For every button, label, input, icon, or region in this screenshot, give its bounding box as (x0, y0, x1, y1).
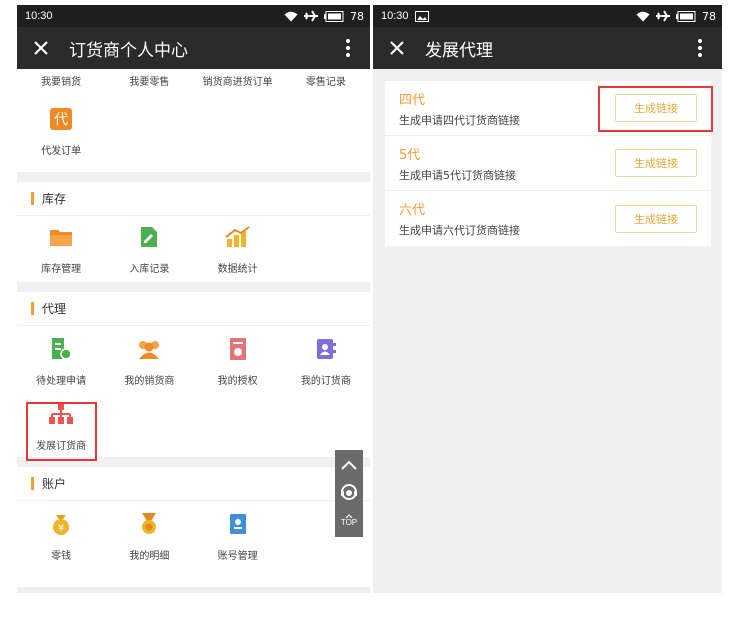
inventory-header: 库存 (17, 182, 370, 216)
certificate-icon (225, 336, 251, 362)
sell-goods-item[interactable]: 我要销货 (17, 69, 105, 91)
account-section: 账户 ¥ 零钱 我的明细 账号管理 (17, 467, 370, 587)
close-button[interactable] (29, 36, 53, 60)
battery-icon (676, 10, 696, 22)
account-book-icon (225, 511, 251, 537)
left-screen: 10:30 78 订货商个人中心 我要销货 我要零售 销货商进货订单 零售记录 … (17, 5, 370, 593)
agent-level-desc: 生成申请六代订货商链接 (399, 224, 520, 237)
agent-level-name: 5代 (399, 147, 421, 163)
proxy-order-icon: 代 (48, 106, 74, 132)
my-authorization-item[interactable]: 我的授权 (194, 326, 282, 396)
my-distributors-item[interactable]: 我的销货商 (105, 326, 193, 396)
my-details-item[interactable]: 我的明细 (105, 501, 193, 571)
list-item: 5代 生成申请5代订货商链接 生成链接 (385, 136, 711, 191)
status-bar: 10:30 78 (17, 5, 370, 27)
floating-toolbar: TOP (335, 450, 363, 537)
airplane-icon (656, 10, 670, 22)
status-time: 10:30 (381, 10, 409, 22)
agent-header: 代理 (17, 292, 370, 326)
close-icon (390, 41, 404, 55)
pending-doc-icon (48, 336, 74, 362)
page-title: 订货商个人中心 (69, 40, 188, 61)
chart-icon (225, 224, 251, 250)
more-menu-button[interactable] (690, 36, 710, 60)
agent-level-name: 六代 (399, 203, 426, 218)
highlight-develop-orderers (26, 402, 97, 461)
coin-icon: ¥ (48, 511, 74, 537)
inventory-management-item[interactable]: 库存管理 (17, 216, 105, 282)
stock-in-records-item[interactable]: 入库记录 (105, 216, 193, 282)
agent-level-desc: 生成申请5代订货商链接 (399, 168, 516, 182)
wifi-icon (636, 11, 650, 21)
medal-icon (136, 511, 162, 537)
airplane-icon (304, 10, 318, 22)
title-bar: 发展代理 (373, 27, 722, 69)
inventory-section: 库存 库存管理 入库记录 数据统计 (17, 182, 370, 282)
account-header: 账户 (17, 467, 370, 501)
battery-level: 78 (702, 9, 716, 23)
contacts-icon (313, 336, 339, 362)
image-notification-icon (414, 10, 429, 22)
proxy-order-item[interactable]: 代 代发订单 (17, 91, 105, 172)
folder-icon (48, 224, 74, 250)
agent-level-name: 四代 (399, 92, 426, 108)
distributor-orders-item[interactable]: 销货商进货订单 (194, 69, 282, 91)
more-menu-button[interactable] (338, 36, 358, 60)
title-bar: 订货商个人中心 (17, 27, 370, 69)
wifi-icon (284, 11, 298, 21)
battery-icon (324, 10, 344, 22)
list-item: 六代 生成申请六代订货商链接 生成链接 (385, 191, 711, 246)
pending-applications-item[interactable]: 待处理申请 (17, 326, 105, 396)
change-item[interactable]: ¥ 零钱 (17, 501, 105, 571)
status-time: 10:30 (25, 10, 53, 22)
more-vertical-icon (698, 39, 702, 57)
svg-text:¥: ¥ (58, 523, 64, 534)
close-icon (34, 41, 48, 55)
scroll-top-button[interactable]: TOP (341, 513, 357, 527)
document-edit-icon (136, 224, 162, 250)
users-icon (136, 336, 162, 362)
chevron-up-icon[interactable] (341, 460, 357, 471)
generate-link-button[interactable]: 生成链接 (615, 149, 697, 177)
headset-icon[interactable] (340, 483, 358, 501)
generate-link-button[interactable]: 生成链接 (615, 204, 697, 233)
my-orderers-item[interactable]: 我的订货商 (282, 326, 370, 396)
page-title: 发展代理 (425, 40, 493, 61)
highlight-generate-link (598, 86, 713, 132)
close-button[interactable] (385, 36, 409, 60)
data-statistics-item[interactable]: 数据统计 (194, 216, 282, 282)
battery-level: 78 (350, 9, 364, 23)
status-bar: 10:30 78 (373, 5, 722, 27)
retail-records-item[interactable]: 零售记录 (282, 69, 370, 91)
account-management-item[interactable]: 账号管理 (194, 501, 282, 571)
sales-section: 我要销货 我要零售 销货商进货订单 零售记录 代 代发订单 (17, 69, 370, 172)
agent-level-desc: 生成申请四代订货商链接 (399, 113, 520, 127)
more-vertical-icon (346, 39, 350, 57)
retail-item[interactable]: 我要零售 (105, 69, 193, 91)
